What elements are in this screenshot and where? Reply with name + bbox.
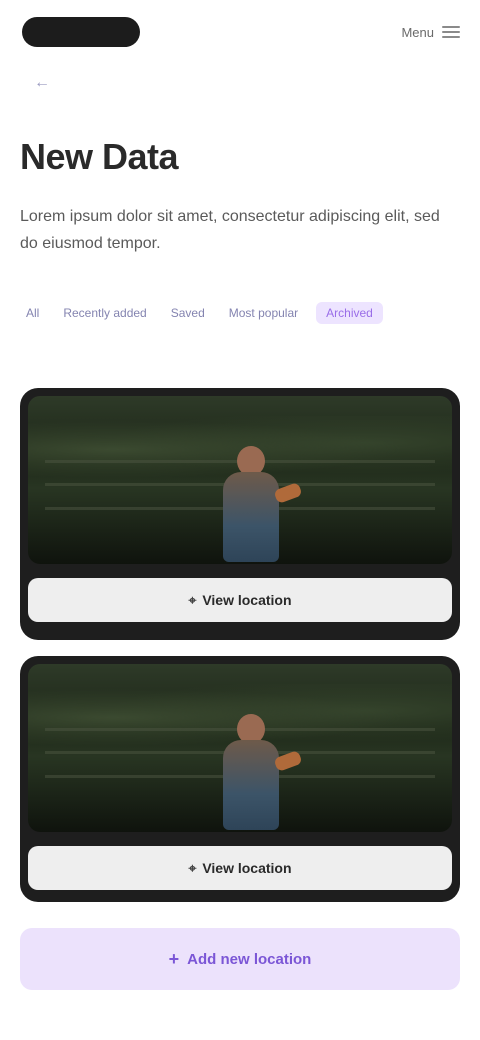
card-button-label: View location bbox=[202, 860, 292, 876]
pin-icon: ⌖ bbox=[188, 859, 197, 876]
filter-chip-saved[interactable]: Saved bbox=[165, 302, 211, 324]
add-location-button[interactable]: + Add new location bbox=[20, 928, 460, 990]
filter-chip-popular[interactable]: Most popular bbox=[223, 302, 304, 324]
view-location-button[interactable]: ⌖ View location bbox=[28, 578, 452, 622]
card-photo bbox=[28, 396, 452, 564]
view-location-button[interactable]: ⌖ View location bbox=[28, 846, 452, 890]
back-link[interactable]: ← bbox=[34, 74, 50, 92]
top-bar: Menu bbox=[22, 12, 460, 52]
hamburger-icon bbox=[442, 26, 460, 38]
menu-label: Menu bbox=[401, 24, 434, 40]
location-card[interactable]: ⌖ View location bbox=[20, 656, 460, 902]
filter-chip-all[interactable]: All bbox=[20, 302, 45, 324]
filter-chip-archived[interactable]: Archived bbox=[316, 302, 383, 324]
card-button-label: View location bbox=[202, 592, 292, 608]
app-logo[interactable] bbox=[22, 17, 140, 47]
plus-icon: + bbox=[168, 949, 180, 969]
pin-icon: ⌖ bbox=[188, 591, 197, 608]
page-description: Lorem ipsum dolor sit amet, consectetur … bbox=[20, 208, 440, 252]
location-card[interactable]: ⌖ View location bbox=[20, 388, 460, 640]
filter-chip-recent[interactable]: Recently added bbox=[57, 302, 152, 324]
filter-chips: All Recently added Saved Most popular Ar… bbox=[20, 302, 460, 324]
page-title: New Data bbox=[20, 136, 179, 177]
cta-label: Add new location bbox=[187, 950, 312, 968]
card-photo bbox=[28, 664, 452, 832]
menu-button[interactable]: Menu bbox=[401, 25, 460, 40]
